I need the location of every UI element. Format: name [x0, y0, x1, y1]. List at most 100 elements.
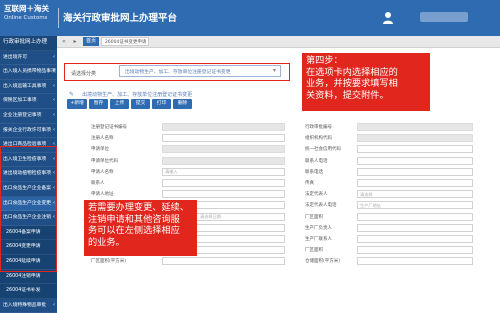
- logo-text: 互联网＋海关: [4, 4, 49, 13]
- form-label: 行政审批编号: [305, 125, 332, 130]
- form-field[interactable]: [357, 123, 473, 131]
- chevron-left-icon: ‹: [53, 53, 55, 60]
- sidebar-item[interactable]: 26004注销申请: [0, 269, 57, 285]
- form-subtitle: ✎ 出境动物生产、加工、存放单位注册登记证书变更: [69, 84, 192, 98]
- sidebar-item[interactable]: 进出口商品检验事项 ‹: [0, 138, 57, 153]
- form-field[interactable]: [357, 134, 473, 143]
- sidebar-item[interactable]: 出入境运输工具事项 ‹: [0, 80, 57, 95]
- sidebar-item[interactable]: 出入境特殊物品审批 ‹: [0, 299, 57, 313]
- annotation-line: 若需要办理变更、延续、: [88, 202, 190, 213]
- form-field[interactable]: [162, 156, 285, 165]
- form-label: 生产厂负责人: [305, 225, 332, 231]
- sidebar-item[interactable]: 出口食品生产企业注销 ‹: [0, 211, 57, 226]
- form-field[interactable]: [357, 235, 473, 243]
- form-field[interactable]: [162, 134, 285, 143]
- form-field[interactable]: [357, 167, 473, 176]
- chevron-left-icon: ‹: [53, 301, 55, 308]
- chevron-left-icon: ‹: [53, 82, 55, 89]
- annotation-line: 在选项卡内选择相应的: [306, 66, 398, 78]
- form-label: 仓储面积(平方米): [305, 259, 341, 265]
- chevron-left-icon: ‹: [53, 111, 55, 118]
- sidebar-item[interactable]: 进出境许可 ‹: [0, 51, 57, 66]
- tab-active[interactable]: 26004证书变更申请: [101, 37, 149, 46]
- sidebar-item[interactable]: 企业注册登记事项 ‹: [0, 109, 57, 124]
- annotation-line: 第四步：: [306, 55, 343, 66]
- sidebar: 行政审批网上办理 进出境许可 ‹ 出入境人员携带物品事项 ‹ 出入境运输工具事项 ‹ 保税区加…: [0, 36, 57, 313]
- form-field[interactable]: [357, 223, 473, 232]
- sidebar-item[interactable]: 出口食品生产企业备案 ‹: [0, 182, 57, 197]
- category-label: 请选择分类: [71, 71, 97, 77]
- tab-scroll-left-icon[interactable]: «: [59, 37, 69, 46]
- form-field[interactable]: [162, 145, 285, 154]
- sidebar-item[interactable]: 26004延续申请: [0, 254, 57, 270]
- chevron-left-icon: ‹: [53, 199, 55, 206]
- form-field[interactable]: [357, 190, 473, 199]
- tab-bar: « ▸ 首页 26004证书变更申请: [57, 36, 500, 48]
- tab-home[interactable]: 首页: [83, 37, 100, 46]
- chevron-left-icon: ‹: [53, 97, 55, 104]
- form-field[interactable]: [357, 246, 473, 255]
- chevron-left-icon: ‹: [53, 170, 55, 177]
- category-select-value: 出境动物生产、加工、存放单位注册登记证书变更: [125, 70, 231, 75]
- sidebar-item[interactable]: 26004变更申请: [0, 240, 57, 255]
- form-label: 统一社会信用代码: [305, 147, 341, 153]
- form-label: 申请单位代码: [91, 158, 118, 164]
- form-label: 联系人电话: [305, 158, 328, 164]
- sidebar-item[interactable]: 出入境卫生检疫事项 ‹: [0, 153, 57, 168]
- sidebar-item-label: 26004注销申请: [6, 273, 41, 279]
- sidebar-item-label: 出入境特殊物品审批: [3, 302, 47, 308]
- form-label: 法定代表人: [305, 192, 328, 198]
- chevron-left-icon: ‹: [53, 126, 55, 133]
- form-field[interactable]: [162, 190, 285, 199]
- sidebar-item[interactable]: 出入境人员携带物品事项 ‹: [0, 65, 57, 80]
- delete-button[interactable]: 删除: [173, 99, 192, 109]
- sidebar-item[interactable]: 26004证书补发: [0, 284, 57, 299]
- form-label: 组织机构代码: [305, 136, 332, 142]
- form-field[interactable]: [162, 257, 285, 266]
- form-label: 申请人地址: [91, 192, 114, 198]
- form-field[interactable]: [162, 123, 285, 131]
- sidebar-item[interactable]: 行政审批网上办理: [0, 36, 57, 51]
- form-field[interactable]: [162, 179, 285, 187]
- user-name[interactable]: [420, 12, 468, 22]
- form-label: 申请单位: [91, 147, 109, 153]
- field-placeholder: 请输入: [165, 169, 178, 175]
- main-panel: « ▸ 首页 26004证书变更申请 请选择分类 出境动物生产、加工、存放单位注…: [57, 36, 500, 313]
- sidebar-item[interactable]: 出口食品生产企业变更 ‹: [0, 196, 57, 212]
- user-icon[interactable]: [382, 11, 394, 25]
- upload-button[interactable]: 上传: [110, 99, 129, 109]
- form-field[interactable]: [357, 212, 473, 221]
- submit-button[interactable]: 提交: [131, 99, 150, 109]
- logo-subtext: Online Customs: [4, 15, 48, 21]
- save-button[interactable]: 暂存: [89, 99, 108, 109]
- sidebar-item[interactable]: 报关企业行政许可事项 ‹: [0, 124, 57, 139]
- form-field[interactable]: [357, 145, 473, 154]
- sidebar-item[interactable]: 保税区加工事项 ‹: [0, 94, 57, 109]
- topbar-divider: [58, 8, 59, 28]
- form-field[interactable]: [357, 257, 473, 266]
- form-field[interactable]: [357, 179, 473, 187]
- sidebar-item[interactable]: 26004备案申请: [0, 225, 57, 241]
- sidebar-item-label: 进出境许可: [3, 54, 27, 60]
- sidebar-item-label: 出入境运输工具事项: [3, 83, 47, 89]
- sidebar-annotation: 若需要办理变更、延续、 注销申请和其他咨询服 务可以在左侧选择相应 的业务。: [84, 200, 197, 256]
- category-select[interactable]: 出境动物生产、加工、存放单位注册登记证书变更 ▾: [119, 65, 281, 77]
- sidebar-item-label: 出入境卫生检疫事项: [3, 156, 47, 162]
- new-button[interactable]: +新增: [67, 99, 87, 109]
- tab-home-icon[interactable]: ▸: [70, 37, 80, 46]
- top-bar: 互联网＋海关 Online Customs 海关行政审批网上办理平台: [0, 0, 500, 36]
- chevron-left-icon: ‹: [53, 68, 55, 75]
- sidebar-item-label: 报关企业行政许可事项: [3, 127, 51, 133]
- annotation-line: 关资料，提交附件。: [306, 89, 389, 101]
- form-field[interactable]: [162, 167, 285, 176]
- sidebar-item[interactable]: 进出境动植物检疫事项 ‹: [0, 167, 57, 182]
- sidebar-item-label: 26004延续申请: [6, 258, 41, 264]
- form-label: 法定代表人电话: [305, 203, 337, 209]
- annotation-line: 注销申请和其他咨询服: [88, 213, 180, 225]
- form-field[interactable]: [357, 156, 473, 165]
- sidebar-item-label: 进出境动植物检疫事项: [3, 171, 51, 177]
- form-label: 厂区面积: [305, 248, 323, 254]
- print-button[interactable]: 打印: [152, 99, 171, 109]
- annotation-line: 务可以在左侧选择相应: [88, 225, 180, 236]
- chevron-down-icon: ▾: [272, 67, 276, 74]
